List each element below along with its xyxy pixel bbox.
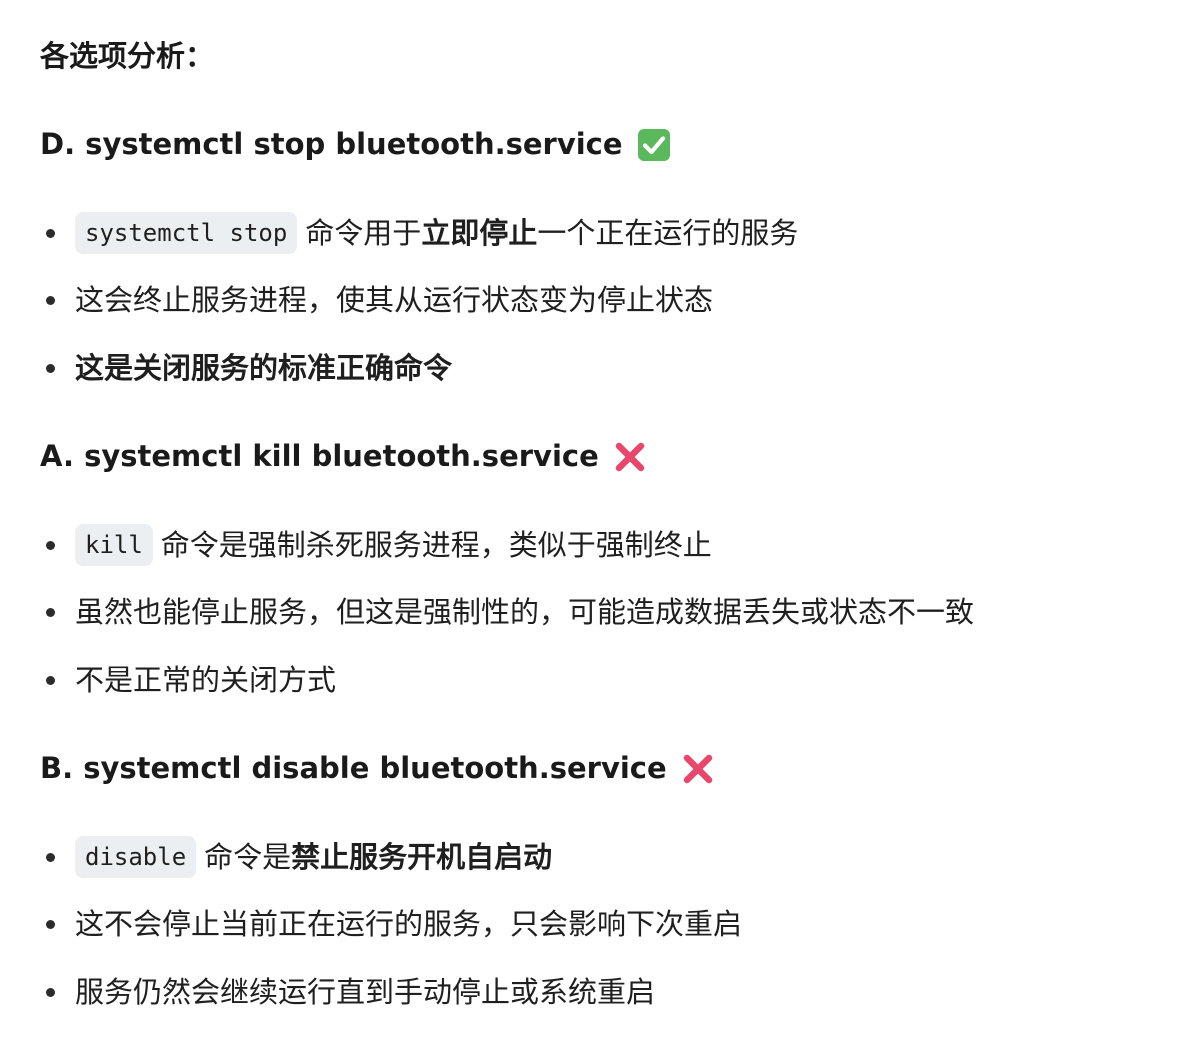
option-a-title-text: A. systemctl kill bluetooth.service bbox=[40, 439, 599, 473]
list-item: 这是关闭服务的标准正确命令 bbox=[46, 345, 452, 391]
bullet-text: 虽然也能停止服务，但这是强制性的，可能造成数据丢失或状态不一致 bbox=[75, 595, 975, 629]
bullet-text: 这不会停止当前正在运行的服务，只会影响下次重启 bbox=[75, 907, 743, 941]
bullet-text: 不是正常的关闭方式 bbox=[75, 663, 337, 697]
option-a-title: A. systemctl kill bluetooth.service bbox=[40, 436, 647, 476]
list-item: disable 命令是 禁止服务开机自启动 bbox=[46, 834, 552, 880]
list-item: 服务仍然会继续运行直到手动停止或系统重启 bbox=[46, 969, 655, 1015]
bullet-text: 一个正在运行的服务 bbox=[537, 216, 799, 250]
cross-mark-icon bbox=[683, 754, 712, 784]
page-title: 各选项分析： bbox=[40, 39, 215, 73]
option-b-title: B. systemctl disable bluetooth.service bbox=[40, 748, 715, 788]
list-item: 这不会停止当前正在运行的服务，只会影响下次重启 bbox=[46, 901, 742, 947]
bullet-dot bbox=[46, 852, 55, 862]
option-d-title-text: D. systemctl stop bluetooth.service bbox=[40, 127, 623, 161]
list-item: 这会终止服务进程，使其从运行状态变为停止状态 bbox=[46, 277, 713, 323]
bullet-dot bbox=[46, 987, 55, 997]
bullet-dot bbox=[46, 363, 55, 373]
bullet-bold-text: 禁止服务开机自启动 bbox=[291, 840, 553, 874]
bullet-bold-text: 立即停止 bbox=[421, 216, 538, 250]
option-b-title-text: B. systemctl disable bluetooth.service bbox=[40, 751, 667, 785]
list-item: 虽然也能停止服务，但这是强制性的，可能造成数据丢失或状态不一致 bbox=[46, 589, 974, 635]
bullet-dot bbox=[46, 540, 55, 550]
bullet-dot bbox=[46, 295, 55, 305]
bullet-dot bbox=[46, 228, 55, 238]
bullet-text: 命令是强制杀死服务进程，类似于强制终止 bbox=[160, 528, 712, 562]
list-item: kill 命令是强制杀死服务进程，类似于强制终止 bbox=[46, 522, 712, 568]
bullet-text: 命令是 bbox=[204, 840, 292, 874]
list-item: systemctl stop 命令用于 立即停止 一个正在运行的服务 bbox=[46, 210, 798, 256]
bullet-dot bbox=[46, 675, 55, 685]
inline-code: systemctl stop bbox=[75, 212, 298, 254]
bullet-text: 服务仍然会继续运行直到手动停止或系统重启 bbox=[75, 975, 656, 1009]
bullet-bold-text: 这是关闭服务的标准正确命令 bbox=[75, 351, 453, 385]
option-d-title: D. systemctl stop bluetooth.service bbox=[40, 124, 671, 164]
check-mark-icon bbox=[637, 129, 670, 161]
inline-code: kill bbox=[75, 524, 153, 566]
bullet-dot bbox=[46, 919, 55, 929]
answer-document: 各选项分析： D. systemctl stop bluetooth.servi… bbox=[0, 0, 1200, 1042]
inline-code: disable bbox=[75, 836, 197, 878]
cross-mark-icon bbox=[615, 442, 644, 472]
bullet-text: 这会终止服务进程，使其从运行状态变为停止状态 bbox=[75, 283, 714, 317]
list-item: 不是正常的关闭方式 bbox=[46, 657, 336, 703]
bullet-text: 命令用于 bbox=[305, 216, 422, 250]
bullet-dot bbox=[46, 607, 55, 617]
